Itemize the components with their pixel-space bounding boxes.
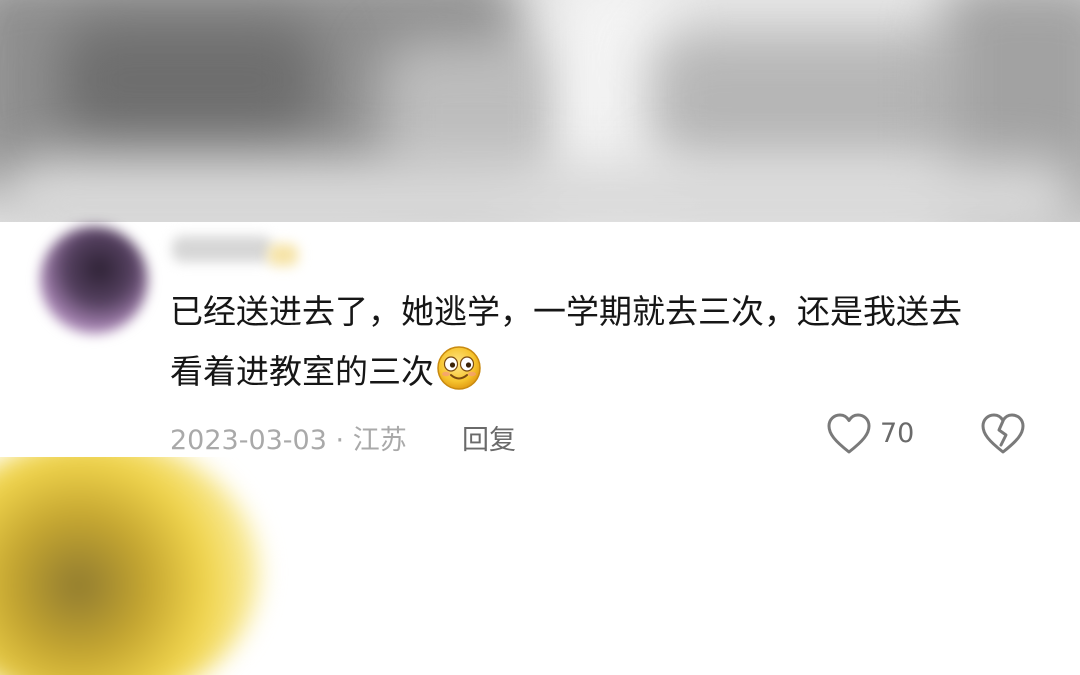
comment-item: 已经送进去了，她逃学，一学期就去三次，还是我送去 看着进教室的三次 2023-0… xyxy=(0,222,1080,457)
heart-outline-icon xyxy=(827,413,871,454)
like-count: 70 xyxy=(880,418,915,449)
comment-text-line2: 看着进教室的三次 xyxy=(170,342,1030,410)
face-emoji-icon xyxy=(436,345,482,410)
comment-location: 江苏 xyxy=(352,425,407,456)
blurred-next-comment-area xyxy=(0,457,1080,675)
comment-text-line1: 已经送进去了，她逃学，一学期就去三次，还是我送去 xyxy=(170,292,962,331)
comment-date-location: 2023-03-03 · 江苏 xyxy=(170,418,407,457)
comment-text: 已经送进去了，她逃学，一学期就去三次，还是我送去 看着进教室的三次 xyxy=(170,282,1030,410)
comment-meta-row: 2023-03-03 · 江苏 回复 70 xyxy=(170,412,1050,456)
broken-heart-icon xyxy=(981,413,1025,454)
dislike-button[interactable] xyxy=(980,412,1028,456)
user-badge-blurred xyxy=(268,244,298,266)
comment-text-line2-content: 看着进教室的三次 xyxy=(170,352,434,391)
avatar[interactable] xyxy=(40,226,148,334)
username-blurred[interactable] xyxy=(172,236,272,262)
blurred-avatar xyxy=(0,457,260,675)
reply-button[interactable]: 回复 xyxy=(462,418,516,457)
like-button[interactable]: 70 xyxy=(826,412,918,456)
comment-date: 2023-03-03 xyxy=(170,425,327,456)
meta-separator: · xyxy=(335,425,345,456)
blurred-header-area xyxy=(0,0,1080,222)
